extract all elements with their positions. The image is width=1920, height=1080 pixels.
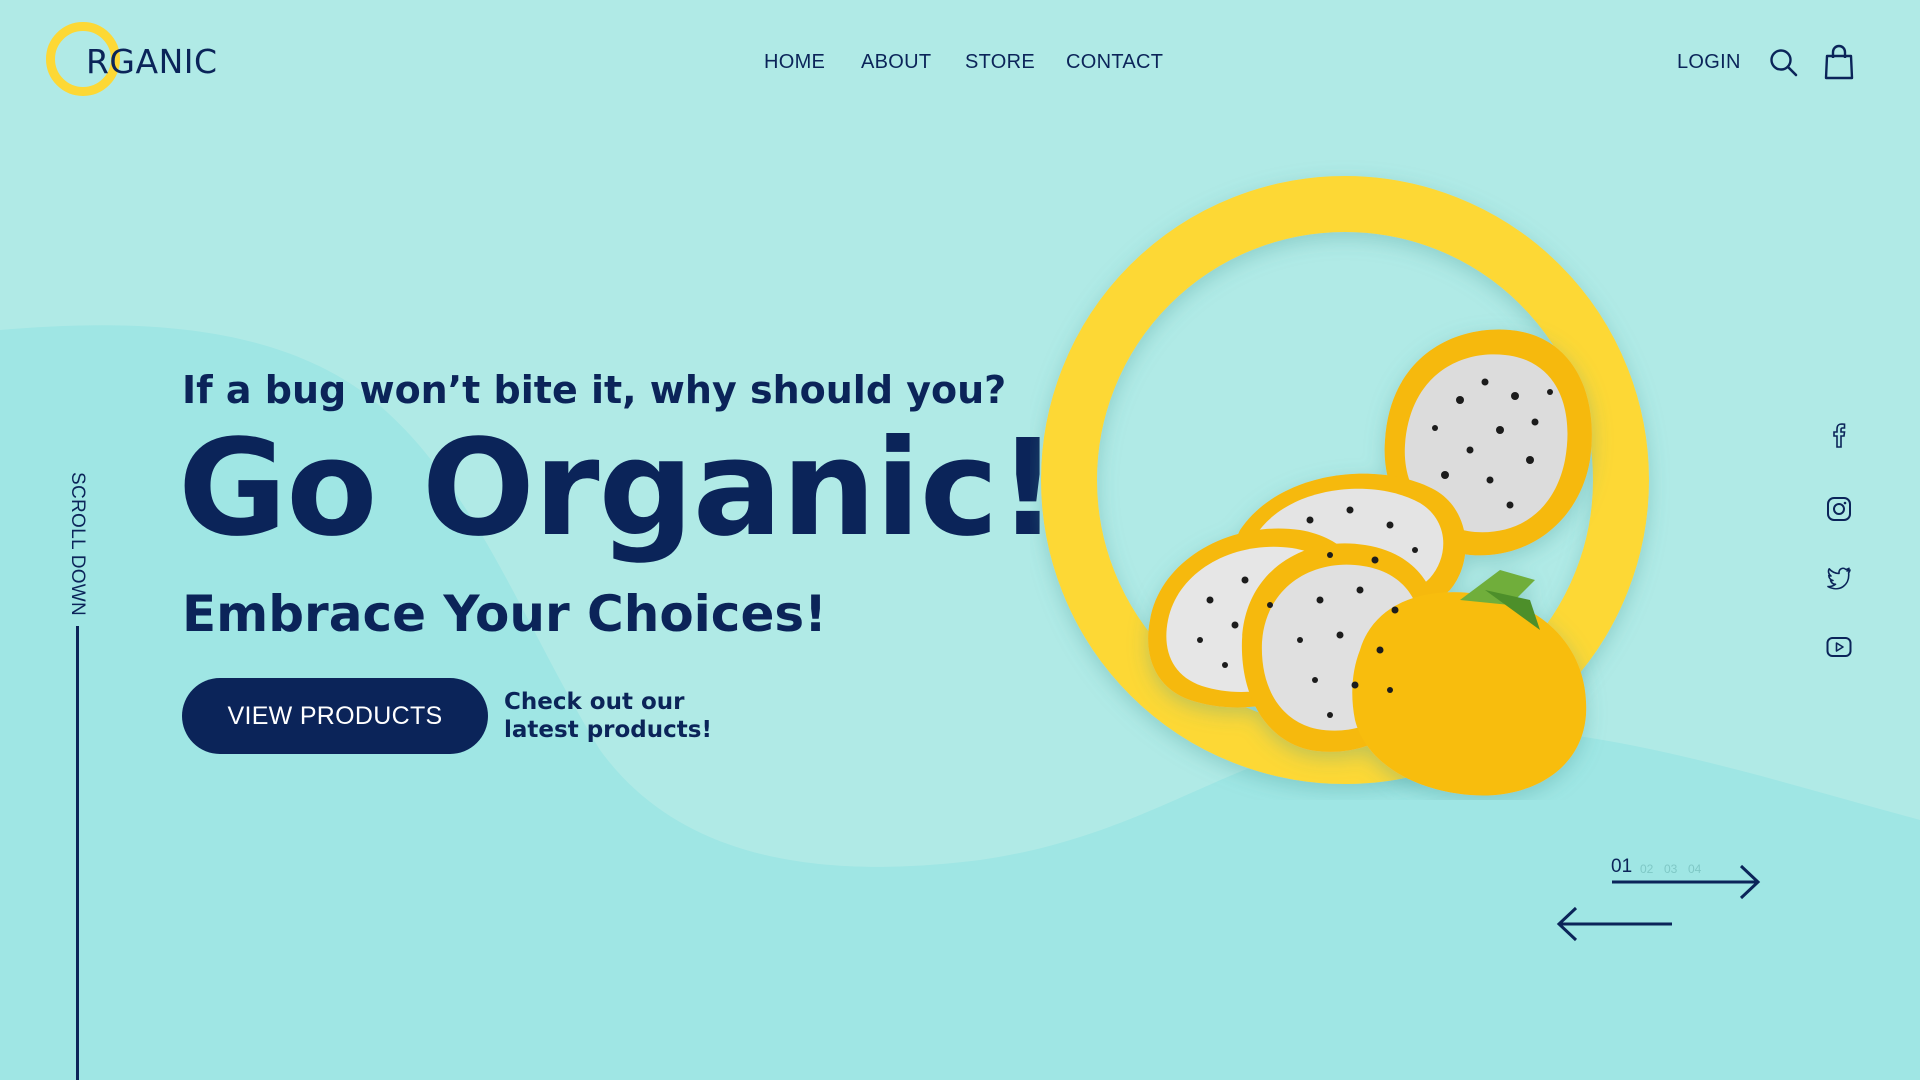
hero-tagline: If a bug won’t bite it, why should you?	[182, 368, 1007, 412]
hero-fruit-image	[1041, 176, 1649, 796]
scroll-line	[76, 626, 79, 1080]
nav-home[interactable]: HOME	[764, 51, 825, 74]
facebook-icon[interactable]	[1826, 420, 1852, 455]
search-icon[interactable]	[1769, 48, 1799, 83]
cta-note: Check out our latest products!	[504, 689, 712, 743]
main-nav: HOME ABOUT STORE CONTACT	[0, 51, 1920, 81]
shopping-bag-icon[interactable]	[1824, 44, 1854, 85]
instagram-icon[interactable]	[1826, 496, 1852, 527]
twitter-icon[interactable]	[1826, 566, 1852, 595]
login-link[interactable]: LOGIN	[1677, 51, 1741, 74]
scroll-down-label[interactable]: SCROLL DOWN	[66, 472, 88, 616]
hero-headline: Go Organic!	[178, 412, 1058, 566]
youtube-icon[interactable]	[1826, 636, 1852, 663]
prev-arrow-icon[interactable]	[1556, 904, 1676, 944]
hero-subheading: Embrace Your Choices!	[182, 585, 827, 643]
next-arrow-icon[interactable]	[1608, 862, 1762, 902]
view-products-button[interactable]: VIEW PRODUCTS	[182, 678, 488, 754]
nav-contact[interactable]: CONTACT	[1066, 51, 1163, 74]
nav-store[interactable]: STORE	[965, 51, 1035, 74]
nav-about[interactable]: ABOUT	[861, 51, 931, 74]
